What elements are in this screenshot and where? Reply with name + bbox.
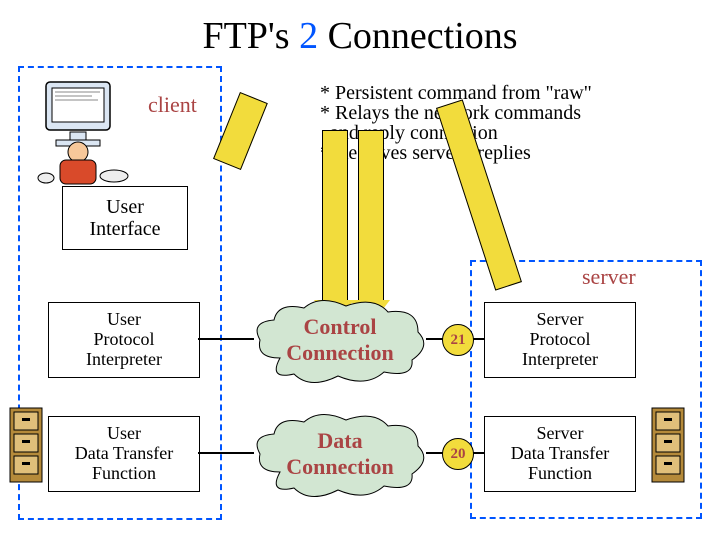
user-protocol-interpreter-box: User Protocol Interpreter (48, 302, 200, 378)
control-connection-label: Control Connection (256, 314, 424, 366)
line-upi-control (198, 338, 254, 340)
port-21-text: 21 (451, 332, 466, 349)
user-interface-box: User Interface (62, 186, 188, 250)
user-dtf-text: User Data Transfer Function (75, 424, 173, 483)
server-label: server (582, 264, 636, 290)
user-pi-text: User Protocol Interpreter (86, 310, 162, 369)
title-two: 2 (299, 15, 318, 57)
client-file-cabinet-icon (6, 406, 50, 488)
server-pi-text: Server Protocol Interpreter (522, 310, 598, 369)
server-data-transfer-box: Server Data Transfer Function (484, 416, 636, 492)
server-file-cabinet-icon (648, 406, 692, 488)
port-20: 20 (442, 438, 474, 470)
client-computer-illustration (20, 78, 150, 188)
user-data-transfer-box: User Data Transfer Function (48, 416, 200, 492)
line-udtf-data (198, 452, 254, 454)
title-suffix: Connections (318, 15, 517, 57)
client-label: client (148, 92, 197, 118)
page-title: FTP's 2 Connections (0, 14, 720, 58)
port-21: 21 (442, 324, 474, 356)
server-dtf-text: Server Data Transfer Function (511, 424, 609, 483)
port-20-text: 20 (451, 446, 466, 463)
bullet-line-4: * Receives server's replies (320, 142, 531, 164)
data-connection-label: Data Connection (256, 428, 424, 480)
user-interface-text: User Interface (89, 196, 160, 240)
title-prefix: FTP's (202, 15, 299, 57)
server-protocol-interpreter-box: Server Protocol Interpreter (484, 302, 636, 378)
